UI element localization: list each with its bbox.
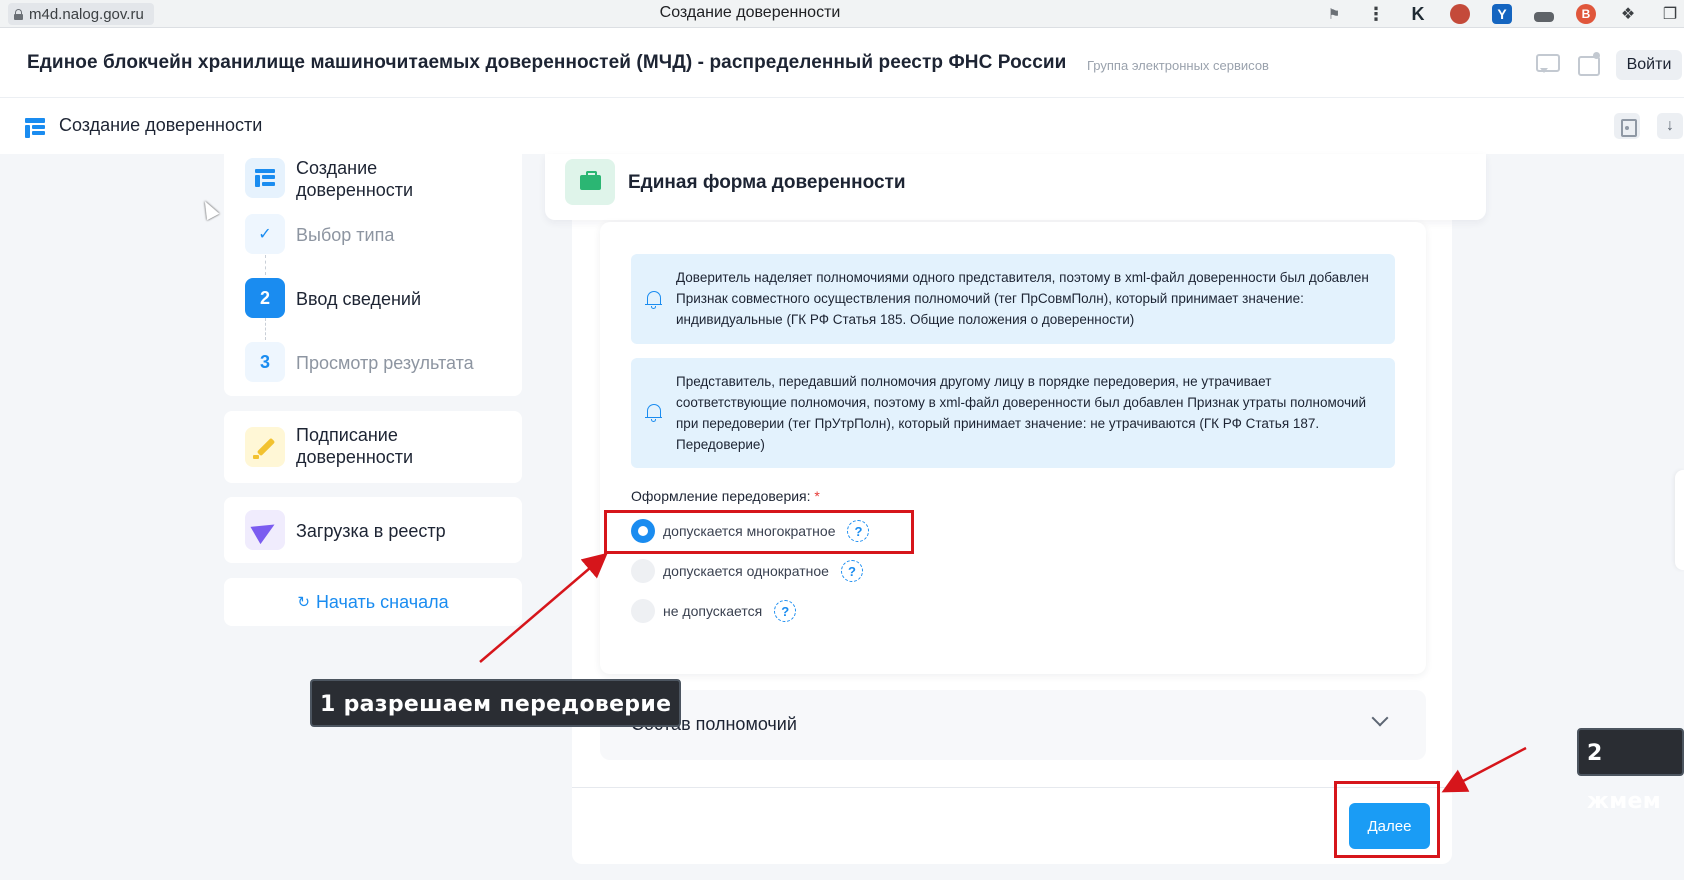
create-doc-icon bbox=[245, 158, 285, 198]
step-connector bbox=[265, 255, 266, 275]
vpn-icon[interactable]: B bbox=[1576, 4, 1596, 24]
section-create-label: Создание доверенности bbox=[296, 158, 414, 200]
bookmark-icon[interactable]: ⚑ bbox=[1324, 4, 1344, 24]
help-icon[interactable]: ? bbox=[774, 600, 797, 622]
option-single[interactable]: допускается однократное ? bbox=[631, 558, 863, 584]
callout-1: 1 разрешаем передоверие bbox=[310, 679, 682, 727]
step-3-label[interactable]: Просмотр результата bbox=[296, 352, 474, 374]
kaspersky-icon[interactable]: K bbox=[1408, 4, 1428, 24]
chat-icon[interactable] bbox=[1534, 52, 1560, 74]
download-icon[interactable]: ↓ bbox=[1657, 113, 1683, 139]
sign-section-label: Подписание доверенности bbox=[296, 425, 414, 467]
briefcase-icon bbox=[565, 159, 615, 205]
restart-label: Начать сначала bbox=[315, 591, 449, 612]
option-label: допускается однократное bbox=[663, 563, 829, 579]
callout-2: 2 жмем bbox=[1577, 728, 1684, 814]
puzzle-icon[interactable]: ❖ bbox=[1618, 4, 1638, 24]
stamp-icon[interactable] bbox=[1450, 4, 1470, 24]
powers-accordion[interactable]: Состав полномочий bbox=[600, 690, 1426, 760]
option-label: не допускается bbox=[663, 603, 763, 619]
form-title: Единая форма доверенности bbox=[628, 172, 906, 193]
site-title: Единое блокчейн хранилище машиночитаемых… bbox=[27, 52, 1067, 73]
highlight-box bbox=[604, 510, 914, 554]
radio-button[interactable] bbox=[631, 599, 655, 623]
site-subtitle[interactable]: Группа электронных сервисов bbox=[1087, 58, 1269, 73]
step-1-label[interactable]: Выбор типа bbox=[296, 224, 394, 246]
radio-button[interactable] bbox=[631, 559, 655, 583]
send-icon bbox=[245, 510, 285, 550]
pen-icon bbox=[245, 427, 285, 467]
page-title: Создание доверенности bbox=[659, 4, 841, 21]
step-1-marker: ✓ bbox=[245, 214, 285, 254]
info-notice: Доверитель наделяет полномочиями одного … bbox=[631, 254, 1395, 344]
divider bbox=[572, 787, 1452, 788]
browser-toolbar: m4d.nalog.gov.ru Создание доверенности ⚑… bbox=[0, 0, 1684, 28]
info-text: Представитель, передавший полномочия дру… bbox=[676, 374, 1367, 452]
step-2-marker: 2 bbox=[245, 278, 285, 318]
chevron-down-icon bbox=[1371, 709, 1389, 727]
bell-icon bbox=[645, 290, 663, 310]
browser-extensions: ⚑ ⋮ K Y B ❖ ❐ bbox=[1324, 2, 1680, 26]
section-title: Создание доверенности bbox=[59, 115, 263, 135]
step-2-label[interactable]: Ввод сведений bbox=[296, 288, 421, 310]
save-icon[interactable] bbox=[1614, 113, 1640, 139]
refresh-icon: ↻ bbox=[297, 594, 310, 611]
copy-icon[interactable]: ❐ bbox=[1660, 4, 1680, 24]
required-mark: * bbox=[814, 488, 820, 504]
info-notice: Представитель, передавший полномочия дру… bbox=[631, 358, 1395, 468]
highlight-box bbox=[1334, 781, 1440, 858]
bell-icon bbox=[645, 403, 663, 423]
redelegation-label: Оформление передоверия: * bbox=[631, 488, 820, 504]
browser-icon[interactable] bbox=[1534, 12, 1554, 22]
yandex-icon[interactable]: Y bbox=[1492, 4, 1512, 24]
help-icon[interactable]: ? bbox=[840, 560, 863, 582]
login-button[interactable]: Войти bbox=[1616, 50, 1682, 80]
step-3-marker: 3 bbox=[245, 342, 285, 382]
document-icon bbox=[25, 118, 45, 138]
menu-dots-icon[interactable]: ⋮ bbox=[1366, 4, 1386, 24]
option-none[interactable]: не допускается ? bbox=[631, 598, 797, 624]
notification-icon[interactable] bbox=[1577, 52, 1601, 76]
mouse-cursor-icon bbox=[198, 197, 220, 221]
site-header: Единое блокчейн хранилище машиночитаемых… bbox=[0, 28, 1684, 98]
side-tab[interactable] bbox=[1675, 470, 1684, 570]
restart-link[interactable]: ↻ Начать сначала bbox=[224, 578, 522, 626]
info-text: Доверитель наделяет полномочиями одного … bbox=[676, 270, 1369, 327]
step-connector bbox=[265, 318, 266, 340]
upload-section-label: Загрузка в реестр bbox=[296, 521, 446, 541]
arrow-to-next bbox=[1441, 746, 1527, 793]
